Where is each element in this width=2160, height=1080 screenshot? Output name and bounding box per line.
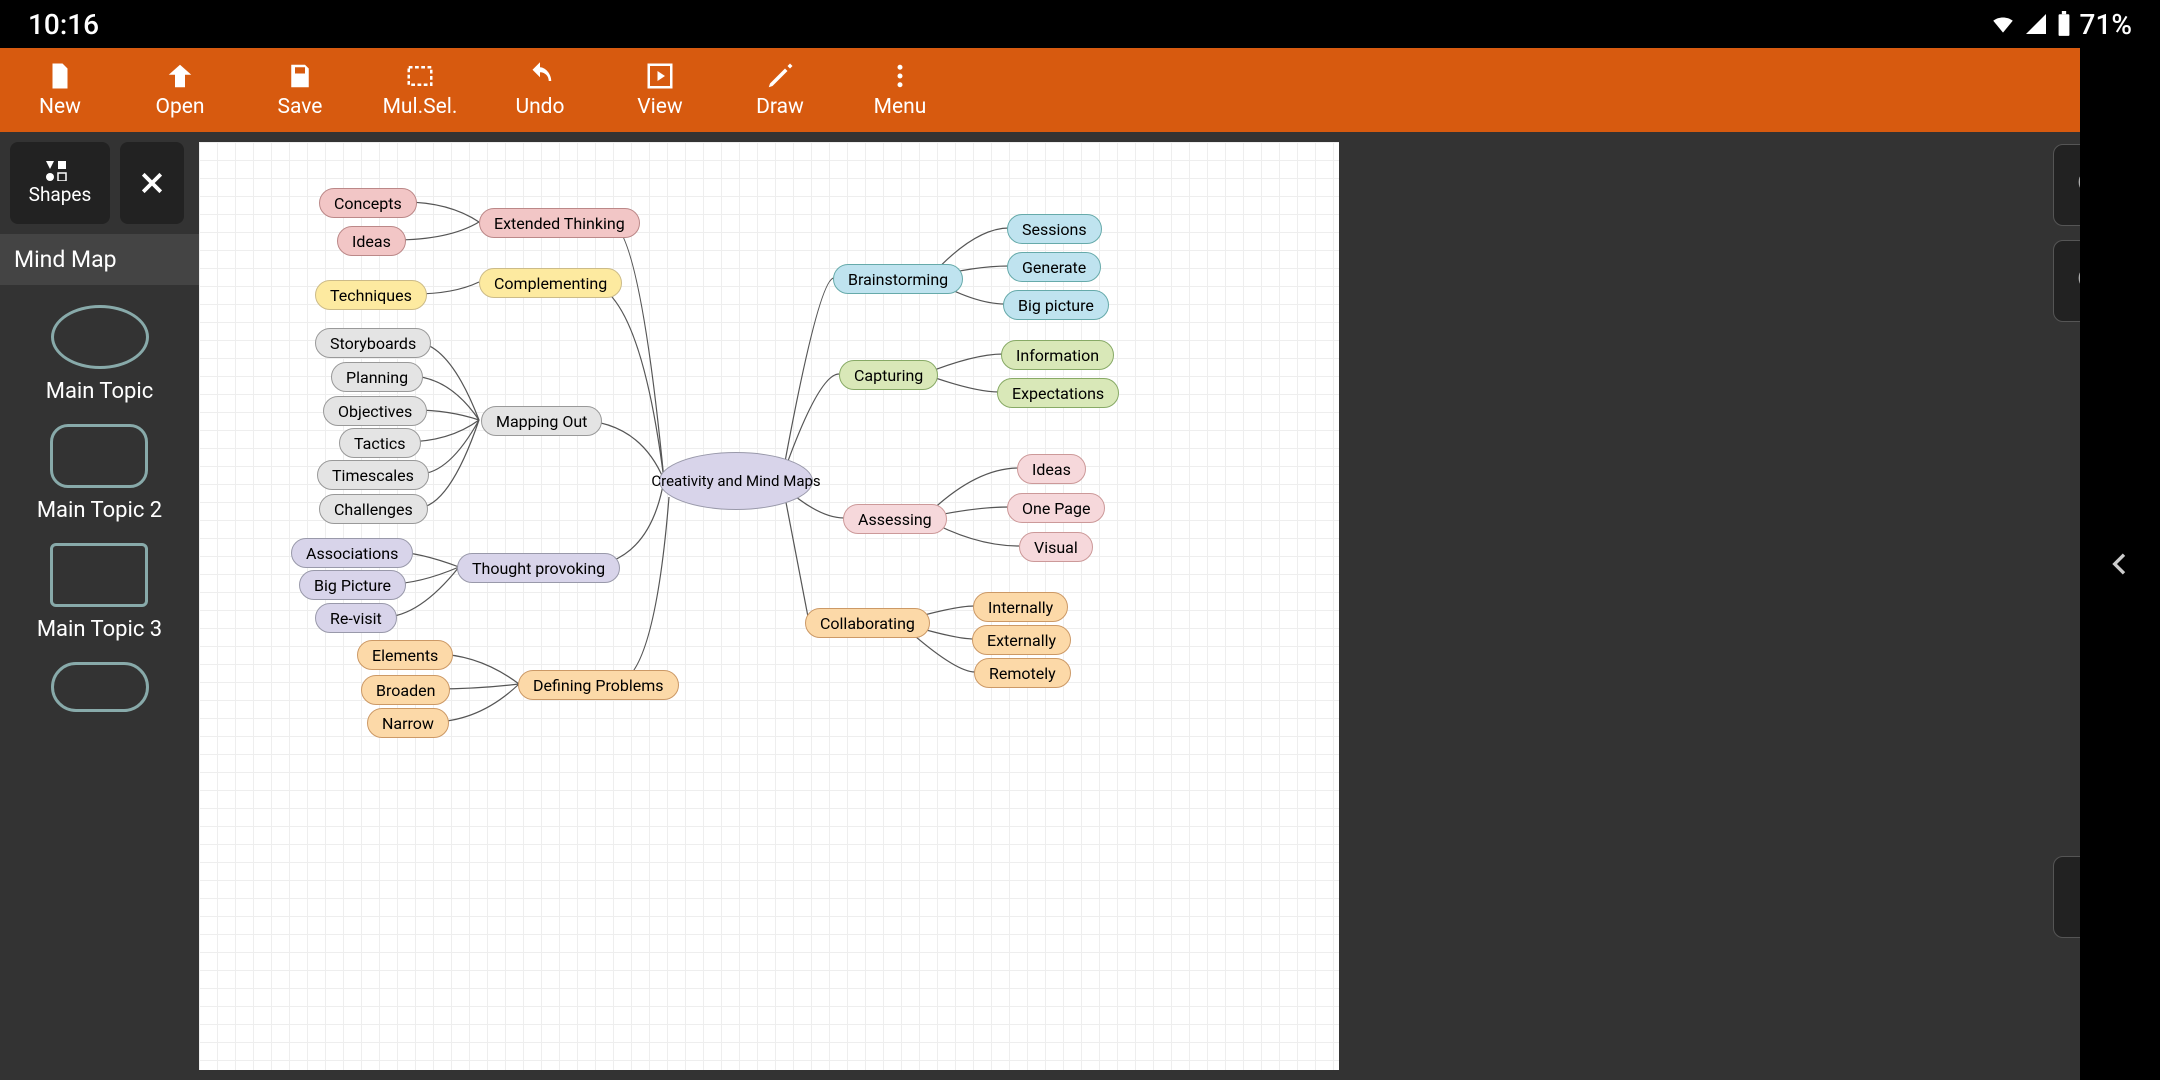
node-branch[interactable]: Assessing (843, 504, 947, 534)
node-leaf[interactable]: One Page (1007, 493, 1105, 523)
node-leaf[interactable]: Challenges (319, 494, 428, 524)
toolbar: New Open Save Mul.Sel. Undo View Draw Me… (0, 48, 2160, 132)
node-leaf[interactable]: Ideas (1017, 454, 1086, 484)
pencil-icon (765, 61, 795, 91)
node-leaf[interactable]: Remotely (974, 658, 1071, 688)
back-icon[interactable] (2104, 548, 2136, 580)
node-leaf[interactable]: Techniques (315, 280, 427, 310)
node-leaf[interactable]: Visual (1019, 532, 1093, 562)
undo-label: Undo (515, 95, 564, 119)
node-leaf[interactable]: Sessions (1007, 214, 1102, 244)
shape-label: Main Topic 2 (37, 498, 162, 523)
select-icon (405, 61, 435, 91)
node-leaf[interactable]: Generate (1007, 252, 1101, 282)
canvas[interactable]: Creativity and Mind Maps Extended Thinki… (199, 132, 2160, 1080)
open-label: Open (156, 95, 205, 119)
canvas-paper[interactable]: Creativity and Mind Maps Extended Thinki… (199, 142, 1339, 1070)
new-label: New (39, 95, 81, 119)
view-label: View (637, 95, 682, 119)
node-branch[interactable]: Complementing (479, 268, 622, 298)
node-leaf[interactable]: Planning (331, 362, 423, 392)
node-leaf[interactable]: Narrow (367, 708, 449, 738)
status-right: 71% (1990, 8, 2132, 41)
close-icon (137, 168, 167, 198)
system-nav (2080, 48, 2160, 1080)
node-leaf[interactable]: Ideas (337, 226, 406, 256)
menu-button[interactable]: Menu (840, 48, 960, 132)
save-icon (285, 61, 315, 91)
save-label: Save (278, 95, 323, 119)
shape-label: Main Topic 3 (37, 617, 162, 642)
node-leaf[interactable]: Externally (972, 625, 1071, 655)
wifi-icon (1990, 11, 2016, 37)
node-leaf[interactable]: Big picture (1003, 290, 1109, 320)
node-leaf[interactable]: Internally (973, 592, 1068, 622)
node-leaf[interactable]: Expectations (997, 378, 1119, 408)
open-button[interactable]: Open (120, 48, 240, 132)
node-leaf[interactable]: Timescales (317, 460, 429, 490)
node-leaf[interactable]: Tactics (339, 428, 421, 458)
battery-pct: 71% (2080, 8, 2132, 41)
node-branch[interactable]: Capturing (839, 360, 938, 390)
view-button[interactable]: View (600, 48, 720, 132)
undo-button[interactable]: Undo (480, 48, 600, 132)
node-branch[interactable]: Thought provoking (457, 553, 620, 583)
undo-icon (525, 61, 555, 91)
shapes-icon (46, 161, 74, 181)
node-leaf[interactable]: Big Picture (299, 570, 406, 600)
mulsel-button[interactable]: Mul.Sel. (360, 48, 480, 132)
node-branch[interactable]: Defining Problems (518, 670, 679, 700)
sidebar: Shapes Mind Map Main Topic Main Topic 2 … (0, 132, 199, 1080)
mulsel-label: Mul.Sel. (383, 95, 458, 119)
shapes-label: Shapes (29, 183, 92, 206)
node-leaf[interactable]: Storyboards (315, 328, 431, 358)
close-panel-button[interactable] (120, 142, 184, 224)
node-center[interactable]: Creativity and Mind Maps (659, 452, 813, 510)
status-bar: 10:16 71% (0, 0, 2160, 48)
shape-main-topic-3[interactable]: Main Topic 3 (37, 543, 162, 642)
signal-icon (2024, 12, 2048, 36)
node-leaf[interactable]: Associations (291, 538, 413, 568)
clock: 10:16 (28, 8, 99, 41)
node-leaf[interactable]: Re-visit (315, 603, 397, 633)
node-branch[interactable]: Mapping Out (481, 406, 602, 436)
tab-mindmap[interactable]: Mind Map (0, 234, 199, 285)
open-icon (165, 61, 195, 91)
shape-label: Main Topic (46, 379, 154, 404)
node-leaf[interactable]: Elements (357, 640, 453, 670)
dots-icon (885, 61, 915, 91)
node-leaf[interactable]: Broaden (361, 675, 450, 705)
node-branch[interactable]: Brainstorming (833, 264, 963, 294)
shape-main-topic-2[interactable]: Main Topic 2 (37, 424, 162, 523)
shapes-panel-button[interactable]: Shapes (10, 142, 110, 224)
node-branch[interactable]: Extended Thinking (479, 208, 640, 238)
shape-main-topic[interactable]: Main Topic (46, 305, 154, 404)
play-icon (645, 61, 675, 91)
node-leaf[interactable]: Concepts (319, 188, 417, 218)
menu-label: Menu (874, 95, 927, 119)
draw-label: Draw (756, 95, 804, 119)
node-leaf[interactable]: Objectives (323, 396, 427, 426)
file-icon (45, 61, 75, 91)
node-branch[interactable]: Collaborating (805, 608, 930, 638)
shape-list: Main Topic Main Topic 2 Main Topic 3 (0, 285, 199, 732)
new-button[interactable]: New (0, 48, 120, 132)
battery-icon (2056, 11, 2072, 37)
save-button[interactable]: Save (240, 48, 360, 132)
draw-button[interactable]: Draw (720, 48, 840, 132)
node-leaf[interactable]: Information (1001, 340, 1114, 370)
shape-main-topic-4[interactable] (51, 662, 149, 712)
